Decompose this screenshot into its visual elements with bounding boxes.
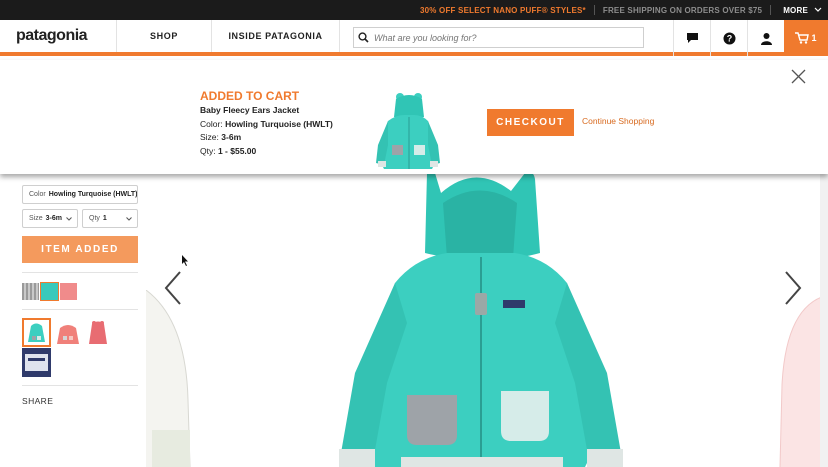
page: 30% OFF SELECT NANO PUFF® STYLES* FREE S… bbox=[0, 0, 828, 467]
more-menu[interactable]: MORE bbox=[779, 6, 822, 15]
chevron-down-icon bbox=[126, 217, 132, 221]
color-select[interactable]: Color Howling Turquoise (HWLT) bbox=[22, 185, 138, 204]
size-select-value: 3-6m bbox=[45, 215, 62, 222]
cart-button[interactable]: 1 bbox=[784, 20, 828, 56]
size-select-label: Size bbox=[29, 215, 43, 222]
swatch-turquoise[interactable] bbox=[40, 282, 59, 301]
product-main-image[interactable] bbox=[335, 173, 627, 467]
search-icon bbox=[358, 32, 369, 43]
search-input[interactable] bbox=[374, 32, 624, 43]
popup-size-value: 3-6m bbox=[221, 132, 242, 142]
divider bbox=[22, 272, 138, 273]
promo-bar: 30% OFF SELECT NANO PUFF® STYLES* FREE S… bbox=[0, 0, 828, 20]
qty-select-value: 1 bbox=[102, 215, 107, 222]
color-select-value: Howling Turquoise (HWLT) bbox=[48, 191, 138, 198]
share-label[interactable]: SHARE bbox=[22, 396, 53, 406]
search-box[interactable] bbox=[353, 27, 644, 48]
promo-divider bbox=[593, 5, 595, 15]
qty-select[interactable]: Qty 1 bbox=[82, 209, 138, 228]
jacket-thumbnail-image bbox=[57, 325, 79, 344]
color-select-label: Color bbox=[29, 191, 46, 198]
adjacent-product-image-left[interactable] bbox=[146, 290, 194, 467]
mouse-cursor-icon bbox=[182, 255, 188, 266]
chevron-down-icon bbox=[814, 7, 822, 12]
popup-title: ADDED TO CART bbox=[200, 89, 300, 103]
size-select[interactable]: Size 3-6m bbox=[22, 209, 78, 228]
divider bbox=[22, 385, 138, 386]
carousel-prev-arrow[interactable] bbox=[163, 270, 183, 306]
jacket-thumbnail-image bbox=[28, 323, 45, 342]
popup-product-image bbox=[376, 93, 440, 169]
continue-shopping-link[interactable]: Continue Shopping bbox=[582, 116, 654, 126]
product-thumbnail[interactable] bbox=[54, 318, 83, 347]
popup-size-label: Size: bbox=[200, 132, 219, 142]
popup-product-name: Baby Fleecy Ears Jacket bbox=[200, 105, 300, 115]
more-label: MORE bbox=[783, 5, 808, 15]
svg-text:?: ? bbox=[726, 33, 732, 43]
added-to-cart-popup: ADDED TO CART Baby Fleecy Ears Jacket Co… bbox=[0, 60, 828, 174]
checkout-button[interactable]: CHECKOUT bbox=[487, 109, 574, 136]
carousel-next-arrow[interactable] bbox=[783, 270, 803, 306]
label-thumbnail-image bbox=[22, 348, 51, 377]
swatch-pink[interactable] bbox=[60, 283, 77, 300]
chat-button[interactable] bbox=[673, 20, 710, 56]
popup-color-line: Color: Howling Turquoise (HWLT) bbox=[200, 119, 333, 129]
nav-shop[interactable]: SHOP bbox=[117, 20, 212, 52]
nav-inside-patagonia[interactable]: INSIDE PATAGONIA bbox=[212, 20, 340, 52]
help-button[interactable]: ? bbox=[710, 20, 747, 56]
swatch-gray[interactable] bbox=[22, 283, 39, 300]
site-logo[interactable]: patagonia bbox=[0, 20, 117, 52]
close-icon[interactable] bbox=[791, 69, 806, 84]
user-icon bbox=[760, 32, 772, 45]
cart-icon bbox=[795, 32, 810, 44]
promo-shipping-text: FREE SHIPPING ON ORDERS OVER $75 bbox=[602, 5, 763, 15]
popup-qty-value: 1 - $55.00 bbox=[217, 146, 257, 156]
product-thumbnail[interactable] bbox=[22, 348, 51, 377]
jacket-thumbnail-image bbox=[89, 321, 107, 344]
account-button[interactable] bbox=[747, 20, 784, 56]
promo-sale-link[interactable]: 30% OFF SELECT NANO PUFF® STYLES* bbox=[420, 6, 586, 15]
chevron-down-icon bbox=[66, 217, 72, 221]
chat-icon bbox=[686, 33, 698, 43]
qty-select-label: Qty bbox=[89, 215, 100, 222]
cart-count: 1 bbox=[811, 33, 817, 43]
help-icon: ? bbox=[723, 32, 735, 44]
popup-qty-line: Qty: 1 - $55.00 bbox=[200, 146, 256, 156]
item-added-button[interactable]: ITEM ADDED bbox=[22, 236, 138, 263]
popup-qty-label: Qty: bbox=[200, 146, 216, 156]
popup-color-value: Howling Turquoise (HWLT) bbox=[225, 119, 333, 129]
divider bbox=[22, 309, 138, 310]
product-thumbnail[interactable] bbox=[22, 318, 51, 347]
popup-size-line: Size: 3-6m bbox=[200, 132, 241, 142]
popup-color-label: Color: bbox=[200, 119, 223, 129]
promo-divider bbox=[770, 5, 772, 15]
product-thumbnail[interactable] bbox=[84, 318, 113, 347]
